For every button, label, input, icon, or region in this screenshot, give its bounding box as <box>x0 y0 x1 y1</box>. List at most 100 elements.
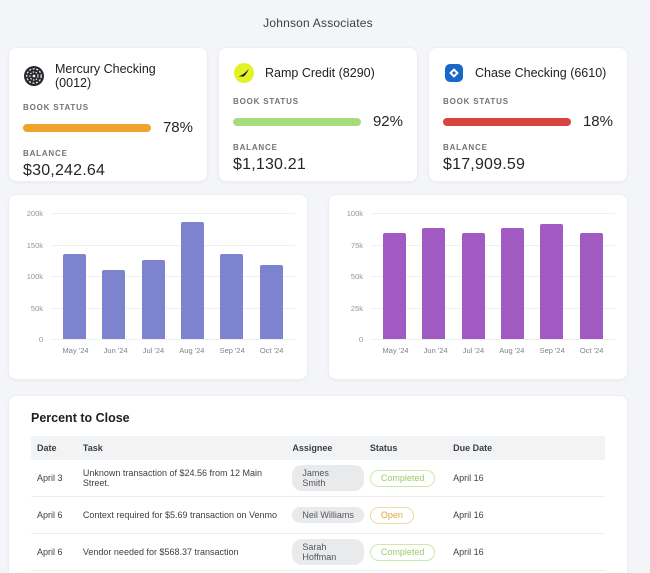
bar-May '24 <box>383 233 407 339</box>
task-date: April 6 <box>37 547 63 557</box>
x-tick-label: Oct '24 <box>259 346 284 355</box>
x-tick-label: May '24 <box>62 346 89 355</box>
x-tick-label: Jul '24 <box>142 346 165 355</box>
task-description: Unknown transaction of $24.56 from 12 Ma… <box>82 468 263 488</box>
assignee-badge: Neil Williams <box>292 507 364 523</box>
account-name: Chase Checking (6610) <box>475 66 607 80</box>
y-tick-label: 75k <box>350 240 363 250</box>
book-status-bar-row: 92% <box>233 113 403 130</box>
account-name: Ramp Credit (8290) <box>265 66 375 80</box>
column-header-due-date: Due Date <box>453 443 493 453</box>
assignee-cell: James Smith <box>286 465 364 491</box>
cash-out-bar-chart-card: 100k 75k 50k 25k 0 May '24 Jun '24 Jul '24 Aug … <box>328 194 628 380</box>
balance-label: BALANCE <box>443 143 488 152</box>
account-card-header: Mercury Checking (0012) <box>23 62 193 90</box>
bar-May '24 <box>63 253 87 339</box>
chase-logo-icon <box>443 62 465 84</box>
y-tick-label: 100k <box>26 271 43 281</box>
bar-Jul '24 <box>141 260 165 339</box>
bars-group <box>51 213 295 339</box>
account-card-header: Ramp Credit (8290) <box>233 62 403 84</box>
column-header-task: Task <box>82 443 103 453</box>
cash-in-bar-chart-card: 200k 150k 100k 50k 0 May '24 Jun '24 Jul '24 Au… <box>8 194 308 380</box>
table-header-row: Date Task Assignee Status Due Date <box>31 436 605 460</box>
table-row[interactable]: April 6 Vendor needed for $568.37 transac… <box>31 534 605 571</box>
mercury-logo-icon <box>23 65 45 87</box>
x-tick-label: Jul '24 <box>462 346 485 355</box>
y-tick-label: 100k <box>346 208 363 218</box>
account-card-3: Chase Checking (6610) BOOK STATUS 18% BALAN… <box>428 47 628 182</box>
plot-area <box>371 213 615 340</box>
x-tick-label: Jun '24 <box>103 346 128 355</box>
book-status-label: BOOK STATUS <box>443 97 509 106</box>
gridline <box>371 339 615 340</box>
bar-Aug '24 <box>501 228 525 339</box>
assignee-cell: Neil Williams <box>286 507 364 523</box>
assignee-badge: James Smith <box>292 465 364 491</box>
task-due-date: April 16 <box>453 473 484 483</box>
book-status-progress-bar <box>233 117 361 126</box>
y-tick-label: 0 <box>38 334 43 344</box>
assignee-badge: Sarah Hoffman <box>292 539 364 565</box>
page-title: Johnson Associates <box>263 16 373 30</box>
y-tick-label: 25k <box>350 303 363 313</box>
plot-area <box>51 213 295 340</box>
account-card-2: Ramp Credit (8290) BOOK STATUS 92% BALANCE $… <box>218 47 418 182</box>
book-status-percent: 78% <box>162 119 193 136</box>
account-card-1: Mercury Checking (0012) BOOK STATUS 78% BAL… <box>8 47 208 182</box>
book-status-percent: 18% <box>582 113 613 130</box>
book-status-progress-bar <box>23 123 151 132</box>
x-tick-label: Sep '24 <box>539 346 565 355</box>
x-tick-label: Sep '24 <box>219 346 245 355</box>
task-description: Vendor needed for $568.37 transaction <box>82 547 239 557</box>
chart-body: 200k 150k 100k 50k 0 May '24 Jun '24 Jul '24 Au… <box>19 209 295 355</box>
charts-row: 200k 150k 100k 50k 0 May '24 Jun '24 Jul '24 Au… <box>8 194 628 380</box>
bar-Oct '24 <box>579 233 603 339</box>
status-cell: Completed <box>364 469 447 487</box>
status-cell: Open <box>364 506 447 524</box>
y-tick-label: 200k <box>26 208 43 218</box>
balance-value: $1,130.21 <box>233 156 306 173</box>
bar-Sep '24 <box>540 224 564 339</box>
bar-Sep '24 <box>220 253 244 339</box>
book-status-progress-bar <box>443 117 571 126</box>
status-badge: Completed <box>369 543 436 561</box>
bar-Oct '24 <box>259 265 283 339</box>
x-tick-label: Oct '24 <box>579 346 604 355</box>
task-description: Context required for $5.69 transaction o… <box>82 510 278 520</box>
task-due-date: April 16 <box>453 510 484 520</box>
tasks-table: Date Task Assignee Status Due Date April 3 Un… <box>31 436 605 571</box>
task-date: April 3 <box>37 473 63 483</box>
task-due-date: April 16 <box>453 547 484 557</box>
x-axis-labels: May '24 Jun '24 Jul '24 Aug '24 Sep '24 Oct '… <box>51 346 295 355</box>
chart-body: 100k 75k 50k 25k 0 May '24 Jun '24 Jul '24 Aug … <box>339 209 615 355</box>
status-badge: Completed <box>369 469 436 487</box>
account-card-header: Chase Checking (6610) <box>443 62 613 84</box>
plot-column: May '24 Jun '24 Jul '24 Aug '24 Sep '24 Oct '… <box>51 213 295 355</box>
book-status-label: BOOK STATUS <box>23 103 89 112</box>
y-tick-label: 50k <box>350 271 363 281</box>
bar-Jul '24 <box>461 233 485 339</box>
plot-column: May '24 Jun '24 Jul '24 Aug '24 Sep '24 Oct '… <box>371 213 615 355</box>
balance-value: $17,909.59 <box>443 156 526 173</box>
book-status-bar-row: 78% <box>23 119 193 136</box>
column-header-status: Status <box>369 443 398 453</box>
y-tick-label: 150k <box>26 240 43 250</box>
percent-to-close-card: Percent to Close Date Task Assignee Status D… <box>8 395 628 573</box>
account-name: Mercury Checking (0012) <box>55 62 156 90</box>
table-row[interactable]: April 6 Context required for $5.69 transa… <box>31 497 605 534</box>
book-status-bar-row: 18% <box>443 113 613 130</box>
dashboard-page: Johnson Associates Mercury Checking (001… <box>0 0 650 573</box>
x-tick-label: Aug '24 <box>179 346 205 355</box>
gridline <box>51 339 295 340</box>
y-tick-label: 0 <box>358 334 363 344</box>
book-status-percent: 92% <box>372 113 403 130</box>
bar-Aug '24 <box>181 222 205 339</box>
bars-group <box>371 213 615 339</box>
task-date: April 6 <box>37 510 63 520</box>
x-axis-labels: May '24 Jun '24 Jul '24 Aug '24 Sep '24 Oct '… <box>371 346 615 355</box>
y-axis: 100k 75k 50k 25k 0 <box>339 209 371 344</box>
bar-Jun '24 <box>102 269 126 339</box>
balance-value: $30,242.64 <box>23 162 106 179</box>
table-row[interactable]: April 3 Unknown transaction of $24.56 fro… <box>31 460 605 497</box>
